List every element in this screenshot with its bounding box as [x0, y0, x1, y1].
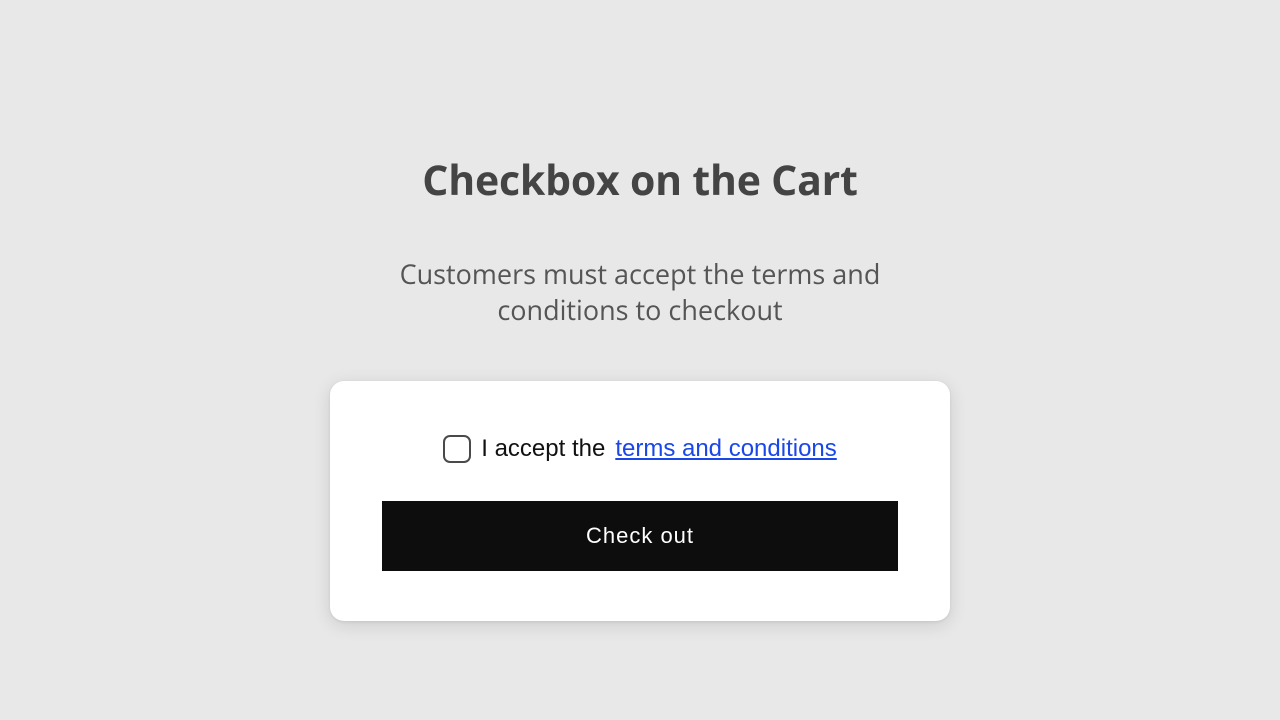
page-subtitle: Customers must accept the terms and cond…	[360, 256, 920, 329]
terms-and-conditions-link[interactable]: terms and conditions	[615, 435, 836, 463]
page-title: Checkbox on the Cart	[422, 152, 857, 208]
checkout-card: I accept the terms and conditions Check …	[330, 381, 950, 621]
accept-terms-label: I accept the	[481, 435, 605, 463]
accept-terms-checkbox[interactable]	[443, 435, 471, 463]
accept-terms-row: I accept the terms and conditions	[443, 435, 837, 463]
checkout-button[interactable]: Check out	[382, 501, 898, 571]
